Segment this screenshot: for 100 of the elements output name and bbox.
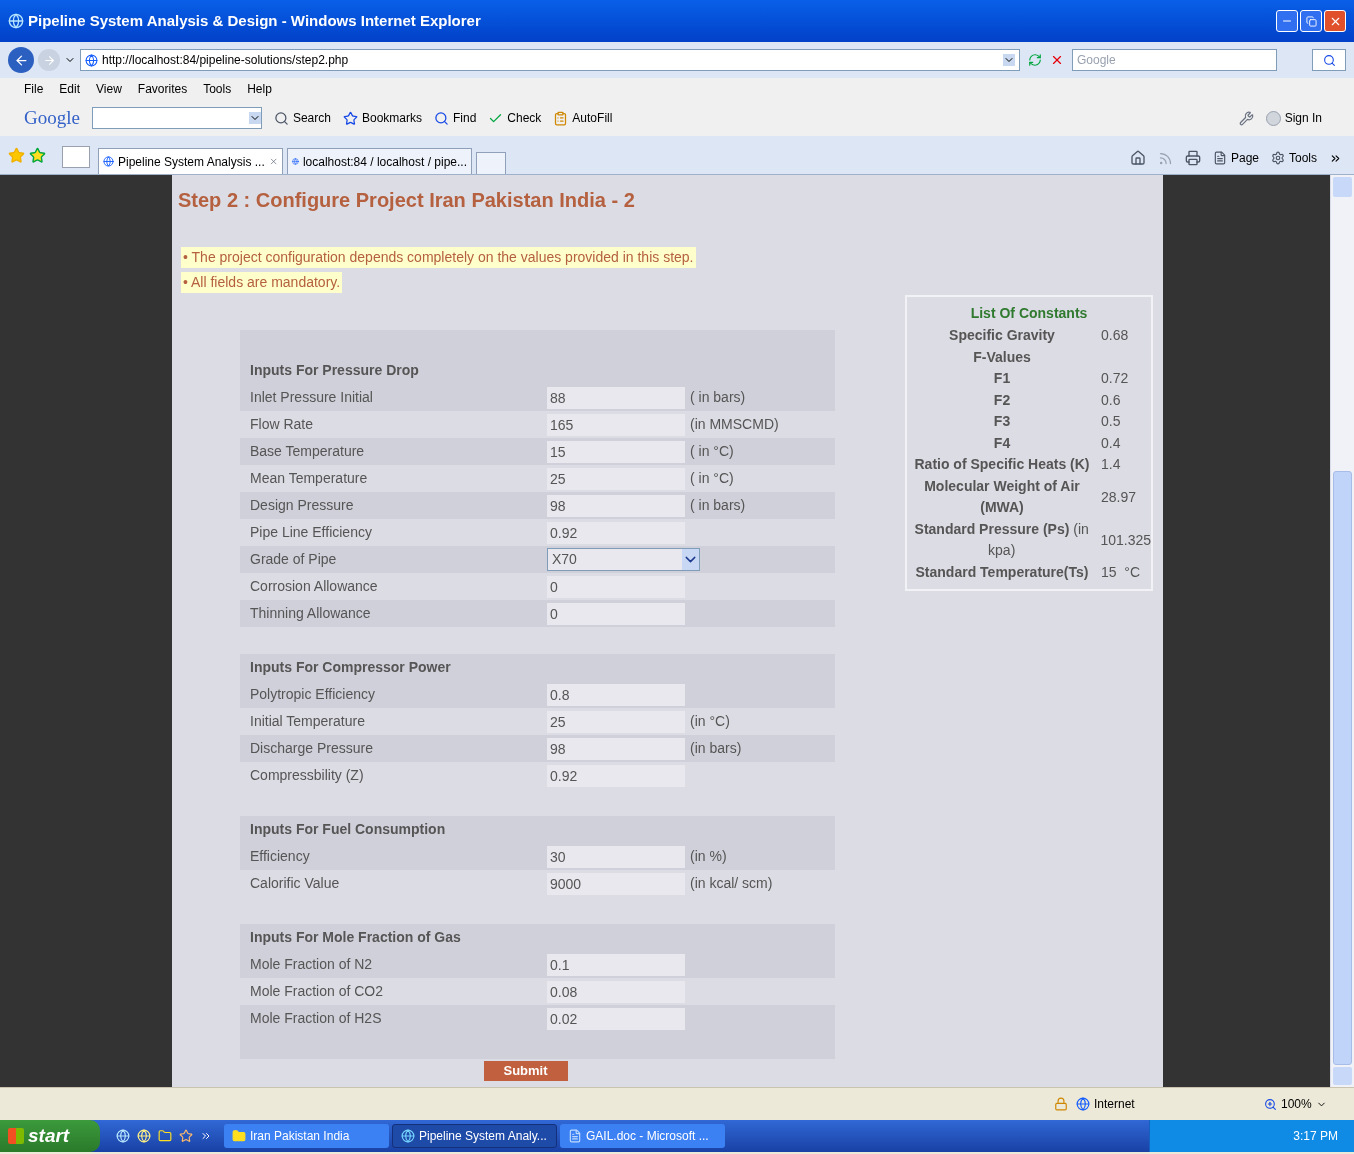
input-field[interactable]: 25 [547,710,685,733]
input-field[interactable]: 15 [547,440,685,463]
command-button[interactable]: Tools [1271,149,1317,167]
window-title: Pipeline System Analysis & Design - Windows Internet Explorer [28,10,482,31]
menu-item[interactable]: Help [247,80,272,98]
input-field[interactable]: 0.08 [547,980,685,1003]
more-icon[interactable] [200,1130,212,1142]
input-field[interactable]: 9000 [547,872,685,895]
input-field[interactable]: 0 [547,575,685,598]
taskbar-button[interactable]: GAIL.doc - Microsoft ... [560,1124,725,1148]
close-button[interactable] [1324,10,1346,32]
field-label: Mean Temperature [249,469,369,488]
taskbar-button[interactable]: Pipeline System Analy... [392,1124,557,1148]
taskbar-button[interactable]: Iran Pakistan India [224,1124,389,1148]
input-field[interactable]: 0.92 [547,521,685,544]
quick-tabs-button[interactable] [62,146,90,168]
input-field[interactable]: 98 [547,737,685,760]
submit-button[interactable]: Submit [483,1061,568,1081]
home-icon[interactable] [1129,150,1146,166]
search-field[interactable]: Google [1072,49,1277,71]
folder-icon [232,1129,246,1143]
browser-icon [401,1129,415,1143]
close-tab-icon[interactable] [268,156,278,167]
constant-label: Molecular Weight of Air (MWA) [923,476,1081,517]
zoom-icon [1264,1097,1277,1111]
scrollbar[interactable] [1330,175,1354,1087]
toolbar-search-field[interactable] [91,107,262,129]
maximize-button[interactable] [1300,10,1322,32]
minimize-button[interactable] [1276,10,1298,32]
constant-value: 0.68 [1100,326,1130,346]
menu-item[interactable]: Tools [203,80,232,98]
toolbar-button[interactable]: AutoFill [553,109,613,127]
field-label: Mole Fraction of N2 [249,955,374,974]
unit-label: (in bars) [689,739,742,758]
menu-item[interactable]: Favorites [137,80,188,98]
field-label: Efficiency [249,847,311,866]
stop-icon[interactable] [1050,53,1064,67]
field-label: Initial Temperature [249,712,366,731]
constant-label: Standard Temperature(Ts) [914,562,1090,582]
menu-item[interactable]: View [96,80,122,98]
star-icon [342,110,358,126]
constant-value: 15 °C [1100,562,1142,582]
browser-tab[interactable]: Pipeline System Analysis ... [98,148,283,174]
menu-item[interactable]: File [24,80,44,98]
input-field[interactable]: 0.02 [547,1007,685,1030]
add-favorites-icon[interactable] [29,147,46,164]
wrench-icon[interactable] [1238,110,1254,126]
unit-label: ( in °C) [689,469,734,488]
notice-text: • All fields are mandatory. [181,272,343,293]
print-icon[interactable] [1184,150,1201,166]
address-field[interactable]: http://localhost:84/pipeline-solutions/step2.php [80,49,1020,71]
constants-title: List Of Constants [969,304,1089,323]
forward-arrow-icon [42,53,56,67]
field-label: Flow Rate [249,415,315,434]
toolbar-button[interactable]: Find [434,109,477,127]
browser-tab[interactable]: localhost:84 / localhost / pipe... [287,148,472,174]
dropdown-icon[interactable] [1003,54,1015,66]
input-field[interactable]: 0 [547,602,685,625]
start-button[interactable]: start [0,1120,100,1152]
input-field[interactable]: 165 [547,413,685,436]
menu-item[interactable]: Edit [59,80,81,98]
toolbar-button[interactable]: Search [273,109,331,127]
folder-icon[interactable] [158,1129,172,1143]
sign-in-button[interactable]: Sign In [1265,109,1330,127]
toolbar-button[interactable]: Check [488,109,542,127]
globe-icon[interactable] [116,1129,130,1143]
search-button[interactable] [1312,49,1346,71]
input-field[interactable]: 0.92 [547,764,685,787]
toolbar-button[interactable]: Bookmarks [342,109,422,127]
section-heading: Inputs For Pressure Drop [250,361,419,380]
input-field[interactable]: 0.8 [547,683,685,706]
gear-icon [1271,151,1285,165]
section-heading: Inputs For Compressor Power [250,658,451,677]
back-button[interactable] [8,47,34,73]
star-icon[interactable] [179,1129,193,1143]
unit-label: ( in °C) [689,442,734,461]
input-field[interactable]: 88 [547,386,685,409]
zoom-button[interactable]: 100% [1264,1095,1354,1113]
refresh-icon[interactable] [1028,53,1042,67]
constant-label: F4 [992,433,1012,453]
google-logo: Google [24,105,80,130]
section-heading: Inputs For Fuel Consumption [250,820,446,839]
field-label: Compressbility (Z) [249,766,365,785]
dropdown-icon[interactable] [248,112,261,124]
constant-group-label: F-Values [972,347,1032,367]
constant-value: 1.4 [1100,455,1122,475]
field-label: Calorific Value [249,874,341,893]
back-arrow-icon [13,52,29,68]
input-field[interactable]: 98 [547,494,685,517]
dropdown-field[interactable]: X70 [547,548,700,571]
input-field[interactable]: 0.1 [547,953,685,976]
command-button[interactable]: Page [1212,149,1259,167]
globe-icon[interactable] [137,1129,151,1143]
unit-label: (in %) [689,847,727,866]
unit-label: ( in bars) [689,388,746,407]
input-field[interactable]: 25 [547,467,685,490]
new-tab-button[interactable] [476,152,506,174]
zone-label: Internet [1094,1096,1136,1113]
input-field[interactable]: 30 [547,845,685,868]
constant-label: Ratio of Specific Heats (K) [913,455,1091,474]
